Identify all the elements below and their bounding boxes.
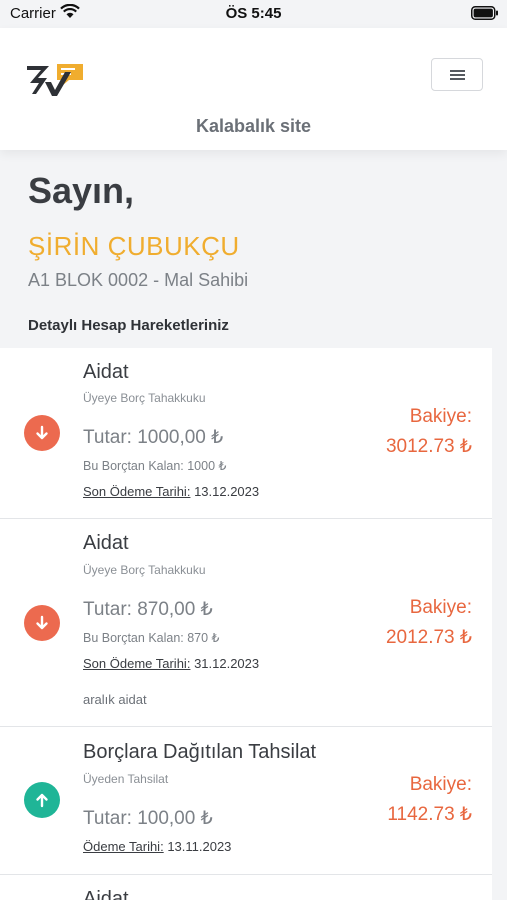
transaction-due: Son Ödeme Tarihi: 31.12.2023 (83, 656, 259, 671)
transaction-amount: Tutar: 100,00 ₺ (83, 808, 213, 829)
transaction-type: Üyeden Tahsilat (83, 772, 169, 786)
transaction-list: Aidat Üyeye Borç Tahakkuku Tutar: 1000,0… (0, 348, 492, 900)
transaction-title: Aidat (83, 888, 129, 900)
balance-label: Bakiye: (409, 597, 472, 618)
debit-arrow-icon (24, 415, 60, 451)
scroll-gutter (492, 348, 507, 900)
battery-icon (471, 6, 499, 25)
due-label: Son Ödeme Tarihi: (83, 656, 191, 671)
transaction-card[interactable]: Aidat Üyeye Borç Tahakkuku Tutar: 1000,0… (0, 348, 492, 519)
site-title: Kalabalık site (195, 116, 312, 136)
transaction-remaining: Bu Borçtan Kalan: 870 ₺ (83, 631, 220, 645)
transaction-note: aralık aidat (83, 692, 147, 707)
debit-arrow-icon (24, 605, 60, 641)
transaction-card[interactable]: Aidat Üyeye Borç Tahakkuku Tutar: 870,00… (0, 519, 492, 727)
balance-value: 1142.73 ₺ (387, 804, 472, 825)
balance-value: 2012.73 ₺ (385, 627, 472, 648)
user-unit: A1 BLOK 0002 - Mal Sahibi (28, 270, 249, 290)
app-header: Kalabalık site (0, 28, 507, 150)
user-name: ŞİRİN ÇUBUKÇU (28, 231, 240, 261)
section-title: Detaylı Hesap Hareketleriniz (28, 317, 229, 334)
balance-label: Bakiye: (409, 406, 472, 427)
transaction-due: Ödeme Tarihi: 13.11.2023 (83, 839, 231, 854)
transaction-type: Üyeye Borç Tahakkuku (83, 391, 206, 405)
menu-button[interactable] (431, 58, 483, 91)
status-bar: Carrier ÖS 5:45 (0, 0, 507, 28)
balance-label: Bakiye: (409, 774, 472, 795)
transaction-title: Borçlara Dağıtılan Tahsilat (83, 741, 317, 763)
brand-logo[interactable] (25, 58, 87, 103)
transaction-title: Aidat (83, 532, 129, 554)
greeting-salutation: Sayın, (28, 170, 135, 211)
transaction-card[interactable]: Borçlara Dağıtılan Tahsilat Üyeden Tahsi… (0, 727, 492, 875)
due-date: 13.12.2023 (194, 484, 260, 499)
transaction-card[interactable]: Aidat (0, 875, 492, 900)
due-label: Son Ödeme Tarihi: (83, 484, 191, 499)
credit-arrow-icon (24, 782, 60, 818)
due-date: 31.12.2023 (194, 656, 260, 671)
transaction-due: Son Ödeme Tarihi: 13.12.2023 (83, 484, 259, 499)
due-date: 13.11.2023 (167, 839, 232, 854)
transaction-type: Üyeye Borç Tahakkuku (83, 563, 206, 577)
transaction-remaining: Bu Borçtan Kalan: 1000 ₺ (83, 459, 227, 473)
balance-value: 3012.73 ₺ (385, 436, 472, 457)
transaction-amount: Tutar: 870,00 ₺ (83, 599, 213, 620)
transaction-amount: Tutar: 1000,00 ₺ (83, 427, 224, 448)
due-label: Ödeme Tarihi: (83, 839, 164, 854)
clock: ÖS 5:45 (225, 5, 282, 22)
transaction-title: Aidat (83, 361, 129, 383)
